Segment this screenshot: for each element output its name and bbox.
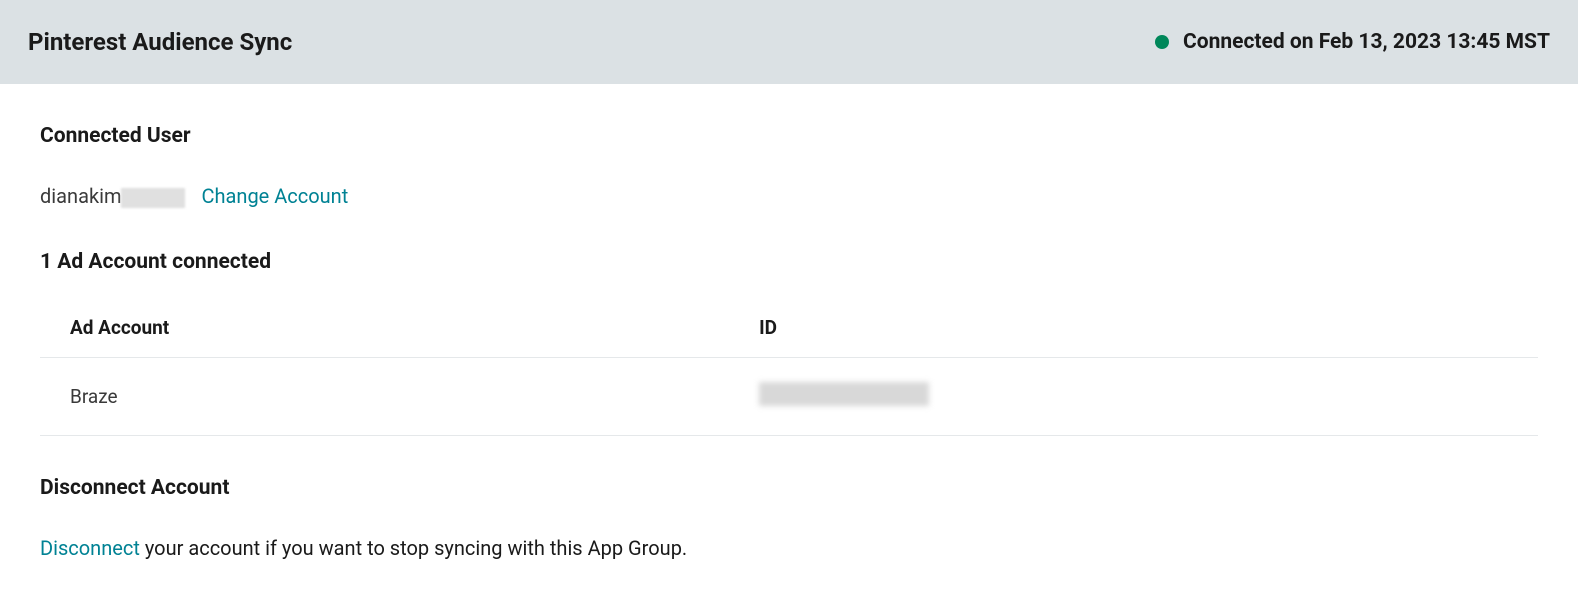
column-header-account: Ad Account	[40, 302, 729, 358]
username-text: dianakim	[40, 184, 121, 208]
content-area: Connected User dianakim Change Account 1…	[0, 84, 1578, 600]
disconnect-trailing-text: your account if you want to stop syncing…	[140, 536, 687, 560]
cell-account-id	[729, 358, 1538, 436]
username-container: dianakim	[40, 184, 189, 208]
disconnect-section: Disconnect Account Disconnect your accou…	[40, 476, 1538, 560]
disconnect-link[interactable]: Disconnect	[40, 536, 140, 560]
connected-user-row: dianakim Change Account	[40, 184, 1538, 208]
header-bar: Pinterest Audience Sync Connected on Feb…	[0, 0, 1578, 84]
ad-accounts-table: Ad Account ID Braze	[40, 302, 1538, 436]
status-dot-icon	[1155, 35, 1169, 49]
ad-accounts-heading: 1 Ad Account connected	[40, 250, 1538, 274]
status-text: Connected on Feb 13, 2023 13:45 MST	[1183, 30, 1550, 54]
column-header-id: ID	[729, 302, 1538, 358]
cell-account-name: Braze	[40, 358, 729, 436]
id-redacted	[759, 382, 929, 406]
username-redacted	[121, 188, 185, 208]
disconnect-heading: Disconnect Account	[40, 476, 1538, 500]
page-title: Pinterest Audience Sync	[28, 28, 292, 56]
table-header-row: Ad Account ID	[40, 302, 1538, 358]
connected-user-heading: Connected User	[40, 124, 1538, 148]
disconnect-text-line: Disconnect your account if you want to s…	[40, 536, 1538, 560]
table-row: Braze	[40, 358, 1538, 436]
connection-status: Connected on Feb 13, 2023 13:45 MST	[1155, 30, 1550, 54]
change-account-link[interactable]: Change Account	[201, 184, 348, 208]
